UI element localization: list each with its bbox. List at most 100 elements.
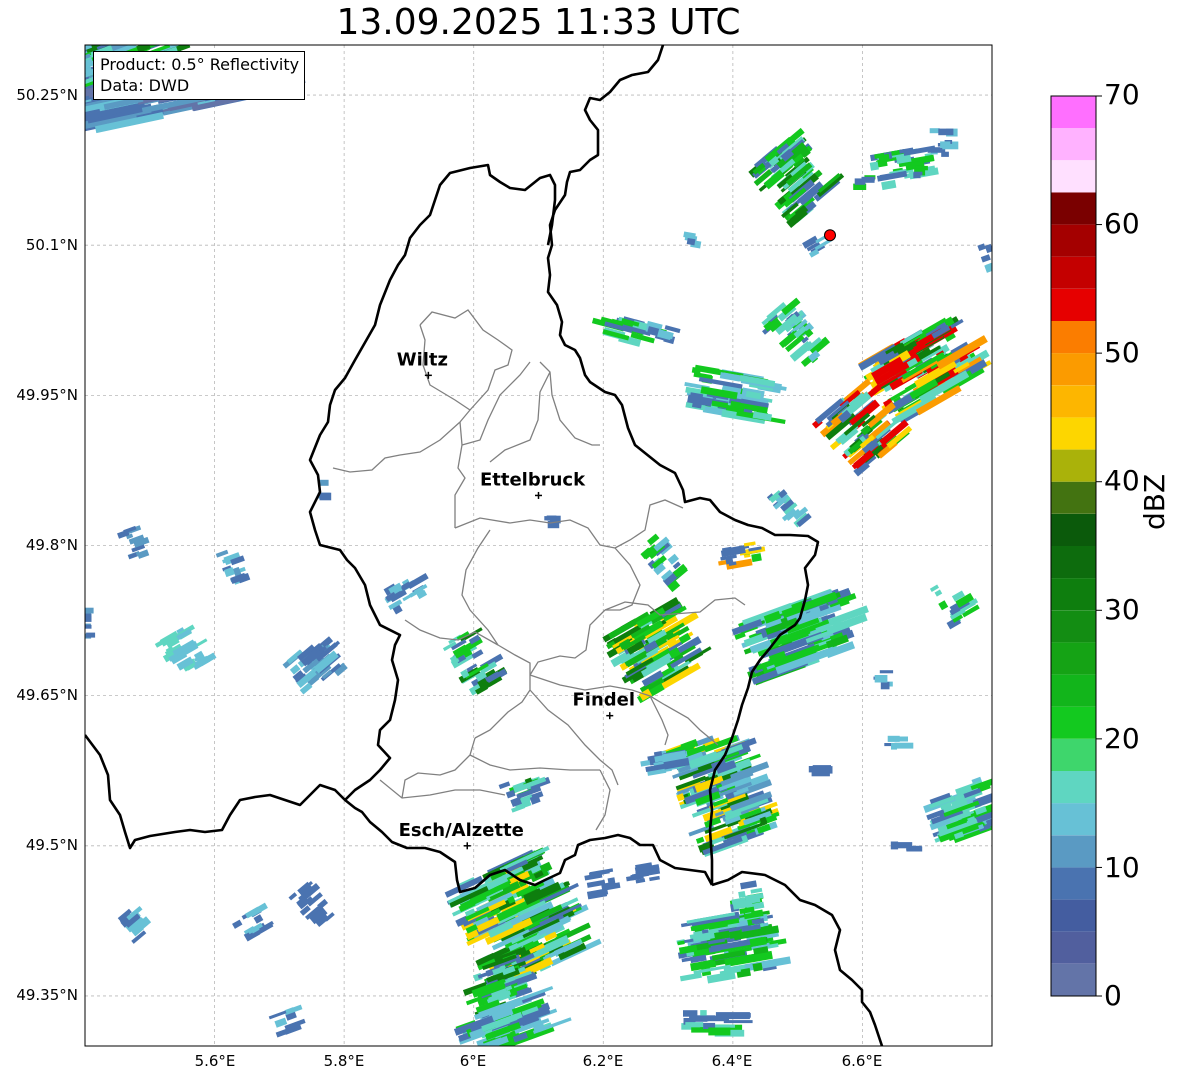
echo-streak — [39, 103, 57, 116]
info-box: Product: 0.5° Reflectivity Data: DWD — [93, 51, 306, 100]
echo-streak — [85, 68, 86, 86]
colorbar-segment — [1051, 321, 1096, 354]
echo-streak — [938, 128, 954, 136]
colorbar — [1050, 95, 1102, 997]
echo-streak — [55, 52, 78, 65]
echo-streak — [906, 845, 922, 851]
echo-streak — [17, 70, 43, 84]
echo-streak — [811, 770, 830, 777]
lat-label: 49.65°N — [16, 686, 78, 704]
echo-streak — [865, 177, 875, 183]
echo-streak — [23, 62, 47, 75]
colorbar-segment — [1051, 963, 1096, 996]
echo-streak — [752, 962, 763, 972]
echo-streak — [30, 61, 70, 80]
lon-label: 6.4°E — [711, 1052, 753, 1070]
lon-label: 5.6°E — [194, 1052, 236, 1070]
echo-streak — [708, 1027, 731, 1036]
echo-streak — [85, 624, 92, 629]
echo-streak — [723, 1020, 753, 1024]
echo-streak — [33, 71, 54, 84]
data-source-label: Data: DWD — [100, 76, 190, 95]
colorbar-segment — [1051, 706, 1096, 739]
colorbar-segment — [1051, 546, 1096, 579]
lat-label: 49.95°N — [16, 386, 78, 404]
lat-label: 49.35°N — [16, 986, 78, 1004]
echo-streak — [874, 675, 888, 683]
echo-streak — [700, 1010, 707, 1016]
echo-streak — [941, 151, 949, 157]
colorbar-unit-label: dBZ — [1138, 473, 1171, 530]
echo-streak — [725, 1012, 751, 1018]
colorbar-segment — [1051, 867, 1096, 900]
colorbar-tick: 70 — [1104, 78, 1140, 111]
echo-streak — [42, 70, 54, 77]
echo-streak — [891, 742, 897, 750]
echo-streak — [319, 492, 332, 501]
colorbar-segment — [1051, 417, 1096, 450]
echo-streak — [86, 632, 96, 638]
echo-streak — [18, 58, 68, 79]
echo-streak — [869, 161, 879, 171]
echo-streak — [29, 103, 42, 111]
colorbar-segment — [1051, 513, 1096, 546]
city-label: Ettelbruck — [480, 469, 586, 490]
city-label: Esch/Alzette — [399, 820, 524, 841]
colorbar-segment — [1051, 96, 1096, 129]
colorbar-tick: 10 — [1104, 851, 1140, 884]
colorbar-segment — [1051, 899, 1096, 932]
echo-streak — [27, 56, 79, 81]
colorbar-segment — [1051, 192, 1096, 225]
echo-streak — [546, 515, 557, 521]
city-label: Wiltz — [397, 349, 448, 370]
echo-cell — [808, 765, 833, 777]
echo-streak — [701, 1018, 709, 1022]
echo-streak — [40, 104, 70, 119]
colorbar-segment — [1051, 578, 1096, 611]
colorbar-segment — [1051, 835, 1096, 868]
colorbar-segment — [1051, 931, 1096, 964]
echo-streak — [85, 48, 91, 78]
lon-label: 6.2°E — [582, 1052, 624, 1070]
echo-streak — [685, 1022, 704, 1028]
echo-streak — [894, 742, 914, 749]
lon-label: 6.6°E — [841, 1052, 883, 1070]
radar-site-marker — [824, 229, 836, 242]
echo-streak — [64, 43, 79, 53]
city-label: Findel — [572, 690, 635, 711]
colorbar-segment — [1051, 353, 1096, 386]
colorbar-segment — [1051, 128, 1096, 161]
colorbar-segment — [1051, 256, 1096, 289]
product-label: Product: 0.5° Reflectivity — [100, 55, 300, 74]
echo-streak — [683, 1010, 698, 1017]
echo-streak — [33, 53, 56, 67]
echo-streak — [48, 73, 62, 82]
echo-streak — [30, 62, 56, 74]
colorbar-tick: 0 — [1104, 979, 1122, 1012]
echo-streak — [940, 141, 951, 148]
colorbar-tick: 30 — [1104, 593, 1140, 626]
echo-streak — [85, 52, 89, 80]
colorbar-segment — [1051, 224, 1096, 257]
colorbar-segment — [1051, 642, 1096, 675]
echo-streak — [880, 681, 890, 690]
colorbar-segment — [1051, 610, 1096, 643]
lon-label: 6°E — [459, 1052, 487, 1070]
colorbar-segment — [1051, 771, 1096, 804]
echo-streak — [85, 51, 92, 81]
colorbar-segment — [1051, 803, 1096, 836]
colorbar-tick: 60 — [1104, 207, 1140, 240]
radar-map: Wiltz Ettelbruck Findel Esch/Alzette — [17, 43, 1102, 1047]
echo-streak — [65, 114, 79, 122]
echo-streak — [893, 736, 908, 742]
echo-streak — [33, 74, 50, 84]
echo-streak — [913, 171, 923, 176]
echo-streak — [35, 67, 61, 80]
echo-streak — [64, 77, 72, 83]
lat-label: 49.5°N — [25, 836, 78, 854]
echo-streak — [738, 890, 746, 899]
colorbar-tick: 40 — [1104, 464, 1140, 497]
colorbar-segment — [1051, 481, 1096, 514]
colorbar-segment — [1051, 449, 1096, 482]
echo-streak — [879, 670, 894, 674]
